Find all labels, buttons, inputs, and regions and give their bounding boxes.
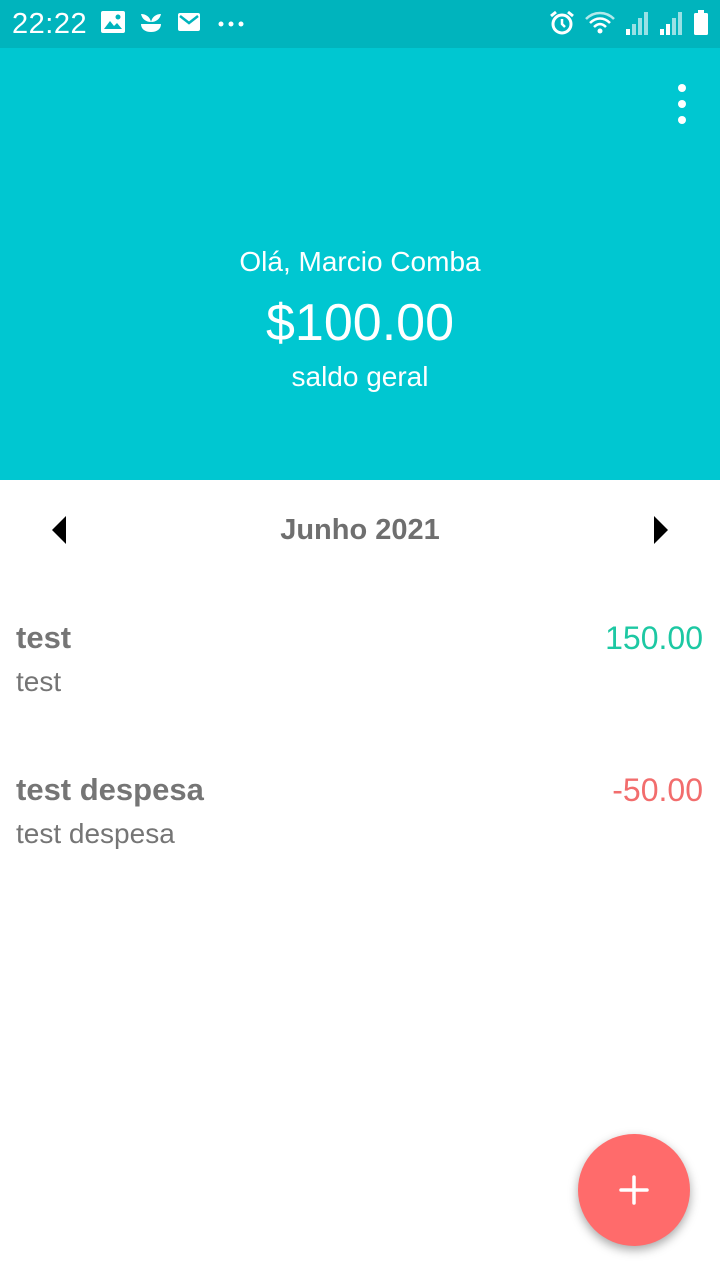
more-dots-icon [218, 21, 244, 27]
transaction-description: test despesa [16, 818, 175, 849]
battery-icon [694, 10, 708, 35]
transaction-item[interactable]: test despesa test despesa -50.00 [0, 752, 720, 904]
transaction-description: test [16, 666, 62, 697]
total-balance: $100.00 [266, 294, 454, 352]
overflow-menu-button[interactable] [670, 84, 694, 124]
arrow-right-icon [654, 516, 668, 544]
plant-icon [141, 14, 161, 32]
image-icon [101, 11, 125, 33]
transaction-title: test despesa [16, 772, 204, 807]
balance-label: saldo geral [291, 361, 429, 392]
add-transaction-button[interactable] [578, 1134, 690, 1246]
alarm-icon [550, 10, 574, 35]
more-vertical-icon [678, 84, 686, 92]
status-bar: 22:22 [0, 0, 720, 48]
month-navigation: Junho 2021 [0, 480, 720, 580]
more-vertical-icon-dot [678, 100, 686, 108]
month-label: Junho 2021 [280, 514, 440, 546]
transaction-title: test [16, 620, 72, 655]
status-notification-icons [100, 10, 246, 34]
transaction-amount: 150.00 [605, 620, 703, 656]
status-time: 22:22 [12, 8, 88, 40]
transaction-amount: -50.00 [612, 772, 703, 808]
mail-icon [178, 13, 200, 31]
wifi-icon [585, 11, 615, 34]
greeting-text: Olá, Marcio Comba [239, 246, 481, 277]
transaction-item[interactable]: test test 150.00 [0, 600, 720, 752]
signal-icon [626, 12, 648, 35]
status-system-icons [548, 9, 710, 37]
signal-icon [660, 12, 682, 35]
plus-icon [619, 1175, 649, 1205]
transaction-list: test test 150.00 test despesa test despe… [0, 600, 720, 904]
more-vertical-icon-dot [678, 116, 686, 124]
balance-header: Olá, Marcio Comba $100.00 saldo geral [0, 48, 720, 480]
next-month-button[interactable] [646, 515, 676, 545]
